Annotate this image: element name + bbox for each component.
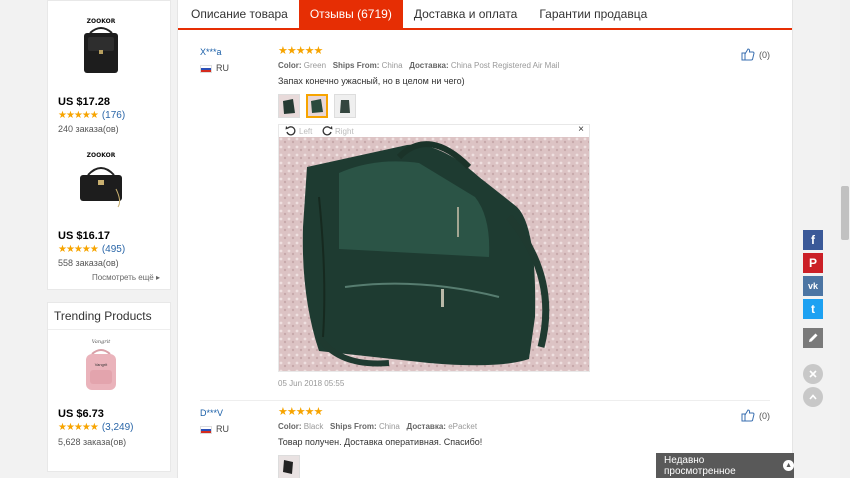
twitter-share-button[interactable]: t (803, 299, 823, 319)
scroll-top-button[interactable] (803, 387, 823, 407)
review-photo-thumb[interactable] (278, 455, 300, 478)
svg-text:Vangrit: Vangrit (95, 362, 108, 367)
product-rating: ★★★★★ (495) (58, 244, 126, 255)
review-photo-thumb[interactable] (334, 94, 356, 118)
svg-text:ZOOKOR: ZOOKOR (87, 152, 116, 159)
rotate-right-button[interactable]: Right (321, 125, 354, 137)
handbag-thumbnail[interactable]: ZOOKOR (70, 149, 132, 211)
twitter-icon: t (811, 302, 815, 316)
helpful-count: (0) (759, 410, 770, 421)
vk-icon: vk (807, 281, 818, 291)
reviewer-name[interactable]: X***a (200, 47, 222, 57)
pinterest-icon: P (808, 256, 817, 270)
vk-share-button[interactable]: vk (803, 276, 823, 296)
trending-title: Trending Products (48, 303, 170, 330)
review-photo-thumbnails (278, 455, 300, 478)
tab-reviews[interactable]: Отзывы (6719) (298, 0, 403, 28)
product-orders: 5,628 заказа(ов) (58, 437, 127, 447)
review-photo[interactable] (279, 137, 589, 371)
svg-text:ZOOKOR: ZOOKOR (87, 18, 116, 25)
close-button[interactable] (803, 364, 823, 384)
pencil-icon (809, 333, 818, 342)
review-text: Товар получен. Доставка оперативная. Спа… (278, 437, 483, 447)
product-price: US $16.17 (58, 230, 110, 242)
product-rating: ★★★★★ (3,249) (58, 422, 134, 433)
product-price: US $6.73 (58, 408, 104, 420)
flag-icon (200, 64, 212, 73)
review-photo-thumbnails (278, 94, 356, 118)
pinterest-share-button[interactable]: P (803, 253, 823, 273)
facebook-icon: f (811, 233, 815, 247)
backpack-thumbnail[interactable]: ZOOKOR (70, 15, 132, 77)
product-orders: 558 заказа(ов) (58, 258, 119, 268)
facebook-share-button[interactable]: f (803, 230, 823, 250)
reviewer-country: RU (200, 424, 229, 434)
rotate-right-icon (322, 126, 333, 136)
reviewer-name[interactable]: D***V (200, 408, 223, 418)
chevron-up-icon (809, 394, 817, 400)
photo-viewer: Left Right × (278, 124, 590, 372)
review-divider (200, 400, 770, 401)
helpful-button[interactable]: (0) (741, 48, 770, 61)
thumbs-up-icon (741, 409, 755, 422)
recently-viewed-label: Недавно просмотренное (664, 454, 736, 477)
review-date: 05 Jun 2018 05:55 (278, 379, 345, 388)
helpful-count: (0) (759, 49, 770, 60)
scrollbar-thumb[interactable] (841, 186, 849, 240)
review-stars: ★★★★★ (278, 406, 323, 418)
review-stars: ★★★★★ (278, 45, 323, 57)
product-price: US $17.28 (58, 96, 110, 108)
review-meta: Color: Black Ships From: China Доставка:… (278, 422, 478, 431)
reviewer-country: RU (200, 63, 229, 73)
review-count: (176) (101, 110, 126, 121)
tab-description[interactable]: Описание товара (180, 0, 299, 28)
review-item: X***a RU ★★★★★ Color: Green Ships From: … (200, 44, 770, 401)
review-count: (495) (101, 244, 126, 255)
chevron-up-icon: ▲ (783, 460, 794, 471)
review-photo-thumb-selected[interactable] (306, 94, 328, 118)
product-orders: 240 заказа(ов) (58, 124, 119, 134)
product-card[interactable]: ZOOKOR US $16.17 ★★★★★ (495) 558 заказа(о… (48, 135, 170, 269)
product-rating: ★★★★★ (176) (58, 110, 126, 121)
tab-guarantees[interactable]: Гарантии продавца (528, 0, 658, 28)
close-icon (809, 370, 817, 378)
left-column: ZOOKOR US $17.28 ★★★★★ (176) 240 заказа(о… (47, 0, 171, 472)
rotate-left-icon (285, 126, 296, 136)
flag-icon (200, 425, 212, 434)
trending-products-card: Trending Products Vangrit Vangrit US $6.… (47, 302, 171, 472)
review-text: Запах конечно ужасный, но в целом ни чег… (278, 76, 465, 86)
thumbs-up-icon (741, 48, 755, 61)
recently-viewed-bar[interactable]: Недавно просмотренное ▲ (656, 453, 794, 478)
main-content: Описание товара Отзывы (6719) Доставка и… (177, 0, 793, 478)
store-products-card: ZOOKOR US $17.28 ★★★★★ (176) 240 заказа(о… (47, 0, 171, 290)
page-scrollbar[interactable] (840, 0, 850, 478)
viewer-toolbar: Left Right × (279, 124, 589, 137)
rotate-left-button[interactable]: Left (285, 125, 312, 137)
review-count: (3,249) (101, 422, 134, 433)
product-card[interactable]: ZOOKOR US $17.28 ★★★★★ (176) 240 заказа(о… (48, 1, 170, 135)
review-meta: Color: Green Ships From: China Доставка:… (278, 61, 560, 70)
see-more-link[interactable]: Посмотреть ещё ▸ (48, 269, 170, 289)
product-card[interactable]: Vangrit Vangrit US $6.73 ★★★★★ (3,249) 5,… (48, 330, 170, 470)
svg-text:Vangrit: Vangrit (92, 339, 112, 345)
pink-backpack-thumbnail[interactable]: Vangrit Vangrit (70, 336, 132, 398)
tab-shipping[interactable]: Доставка и оплата (403, 0, 529, 28)
close-viewer-button[interactable]: × (578, 124, 584, 135)
review-photo-thumb[interactable] (278, 94, 300, 118)
edit-button[interactable] (803, 328, 823, 348)
tab-bar: Описание товара Отзывы (6719) Доставка и… (178, 0, 792, 30)
helpful-button[interactable]: (0) (741, 409, 770, 422)
